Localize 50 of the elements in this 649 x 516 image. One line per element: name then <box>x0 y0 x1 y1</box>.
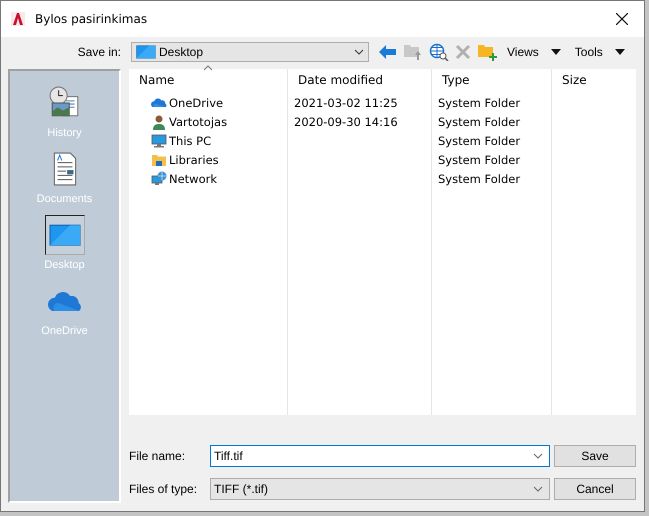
save-button[interactable]: Save <box>554 445 636 467</box>
network-icon <box>151 170 167 186</box>
close-icon[interactable] <box>616 12 628 24</box>
file-name-label: File name: <box>129 449 186 463</box>
views-menu[interactable]: Views <box>503 45 565 59</box>
file-type-label: Files of type: <box>129 482 198 496</box>
column-header[interactable]: Name <box>129 69 288 93</box>
file-name[interactable]: Vartotojas <box>169 114 228 128</box>
column-header[interactable]: Type <box>432 69 552 93</box>
place-button[interactable] <box>44 215 84 255</box>
save-in-dropdown[interactable]: Desktop <box>131 42 369 62</box>
chevron-down-icon <box>533 486 543 492</box>
save-in-label: Save in: <box>76 45 122 59</box>
chevron-down-icon <box>354 49 364 55</box>
file-name[interactable]: Network <box>169 172 218 186</box>
type-cell: System Folder <box>438 96 520 110</box>
date-cell: 2020-09-30 14:16 <box>294 114 398 128</box>
tools-menu[interactable]: Tools <box>570 45 629 59</box>
cloud-icon <box>151 98 167 108</box>
place-label: Documents <box>36 193 92 205</box>
user-icon <box>151 114 167 130</box>
cloud-icon <box>48 290 82 312</box>
desktop-icon <box>136 45 156 59</box>
column-header[interactable]: Size <box>552 69 636 93</box>
place-label: History <box>47 127 82 139</box>
sort-caret-icon <box>203 65 213 71</box>
file-type-dropdown[interactable]: TIFF (*.tif) <box>210 478 550 500</box>
type-cell: System Folder <box>438 152 520 166</box>
desktop-icon <box>48 224 80 246</box>
caret-icon <box>550 49 561 55</box>
type-cell: System Folder <box>438 172 520 186</box>
type-cell: System Folder <box>438 134 520 148</box>
file-name-field[interactable]: Tiff.tif <box>210 445 550 467</box>
caret-icon <box>614 49 625 55</box>
globe-search-icon[interactable] <box>429 43 449 61</box>
place-label: OneDrive <box>41 325 88 337</box>
type-cell: System Folder <box>438 114 520 128</box>
monitor-icon <box>151 132 167 148</box>
cancel-button[interactable]: Cancel <box>554 478 636 500</box>
file-name[interactable]: This PC <box>169 134 212 148</box>
back-arrow-icon[interactable] <box>379 45 397 59</box>
window-title: Bylos pasirinkimas <box>35 12 148 26</box>
place-label: Desktop <box>44 259 85 271</box>
new-folder-icon[interactable] <box>477 43 497 61</box>
chevron-down-icon <box>533 453 543 459</box>
column-header[interactable]: Date modified <box>288 69 432 93</box>
file-name[interactable]: OneDrive <box>169 96 224 110</box>
date-cell: 2021-03-02 11:25 <box>294 96 398 110</box>
file-name[interactable]: Libraries <box>169 152 219 166</box>
app-logo-icon <box>11 12 25 26</box>
